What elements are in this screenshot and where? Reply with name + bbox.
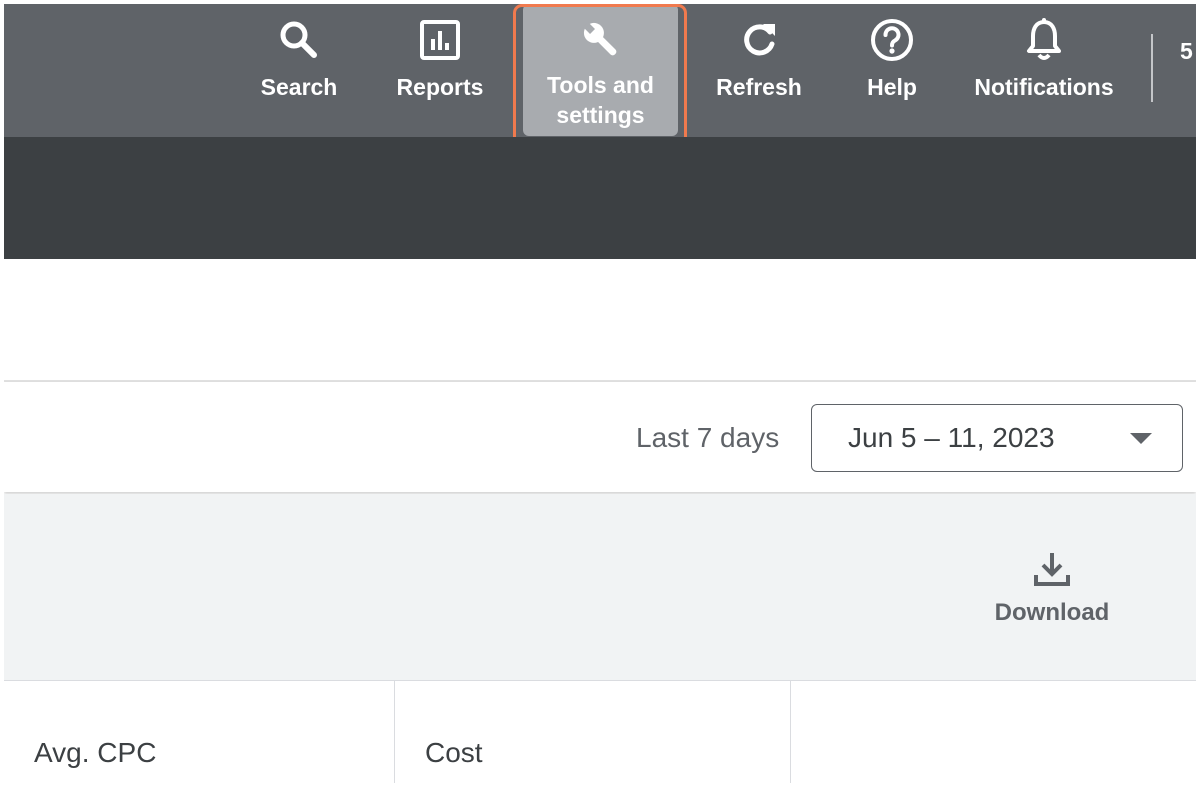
column-header-empty <box>791 681 1196 783</box>
date-preset-label: Last 7 days <box>636 422 780 453</box>
date-filter-bar: Last 7 days Jun 5 – 11, 2023 <box>4 382 1196 492</box>
search-button[interactable]: Search <box>244 4 354 137</box>
column-header-label: Avg. CPC <box>34 737 157 768</box>
date-range-value: Jun 5 – 11, 2023 <box>848 422 1055 453</box>
tools-and-settings-button[interactable]: Tools and settings <box>523 4 678 136</box>
column-header-label: Cost <box>425 737 483 768</box>
help-button[interactable]: Help <box>847 4 937 137</box>
reports-button[interactable]: Reports <box>385 4 495 137</box>
wrench-icon <box>577 18 625 62</box>
header-banner <box>4 137 1196 259</box>
toolbar-divider <box>1151 34 1153 102</box>
download-label: Download <box>994 599 1110 626</box>
app-frame: Search Reports Tools and settings Refres… <box>4 4 1196 783</box>
page-header-area <box>4 259 1196 382</box>
chevron-down-icon <box>1130 433 1152 444</box>
column-header-cost[interactable]: Cost <box>395 681 791 783</box>
table-toolbar: Download <box>4 494 1196 680</box>
table-header-row: Avg. CPC Cost <box>4 680 1196 783</box>
bar-chart-icon <box>418 18 462 62</box>
search-label: Search <box>260 74 338 100</box>
download-button[interactable]: Download <box>982 549 1122 639</box>
search-icon <box>277 18 321 62</box>
reports-label: Reports <box>396 74 484 100</box>
notifications-button[interactable]: Notifications <box>959 4 1129 137</box>
bell-icon <box>1022 18 1066 62</box>
help-label: Help <box>867 74 917 100</box>
date-range-picker[interactable]: Jun 5 – 11, 2023 <box>811 404 1183 472</box>
column-header-avg-cpc[interactable]: Avg. CPC <box>4 681 395 783</box>
download-icon <box>1032 549 1072 589</box>
refresh-label: Refresh <box>716 74 802 100</box>
account-info-peek[interactable]: 5 <box>1180 38 1193 65</box>
top-toolbar: Search Reports Tools and settings Refres… <box>4 4 1196 159</box>
help-icon <box>869 18 915 62</box>
refresh-icon <box>737 18 781 62</box>
tools-label-line2: settings <box>556 102 645 128</box>
refresh-button[interactable]: Refresh <box>704 4 814 137</box>
notifications-label: Notifications <box>974 74 1114 100</box>
tools-and-settings-label: Tools and settings <box>547 70 654 130</box>
tools-label-line1: Tools and <box>547 72 654 98</box>
